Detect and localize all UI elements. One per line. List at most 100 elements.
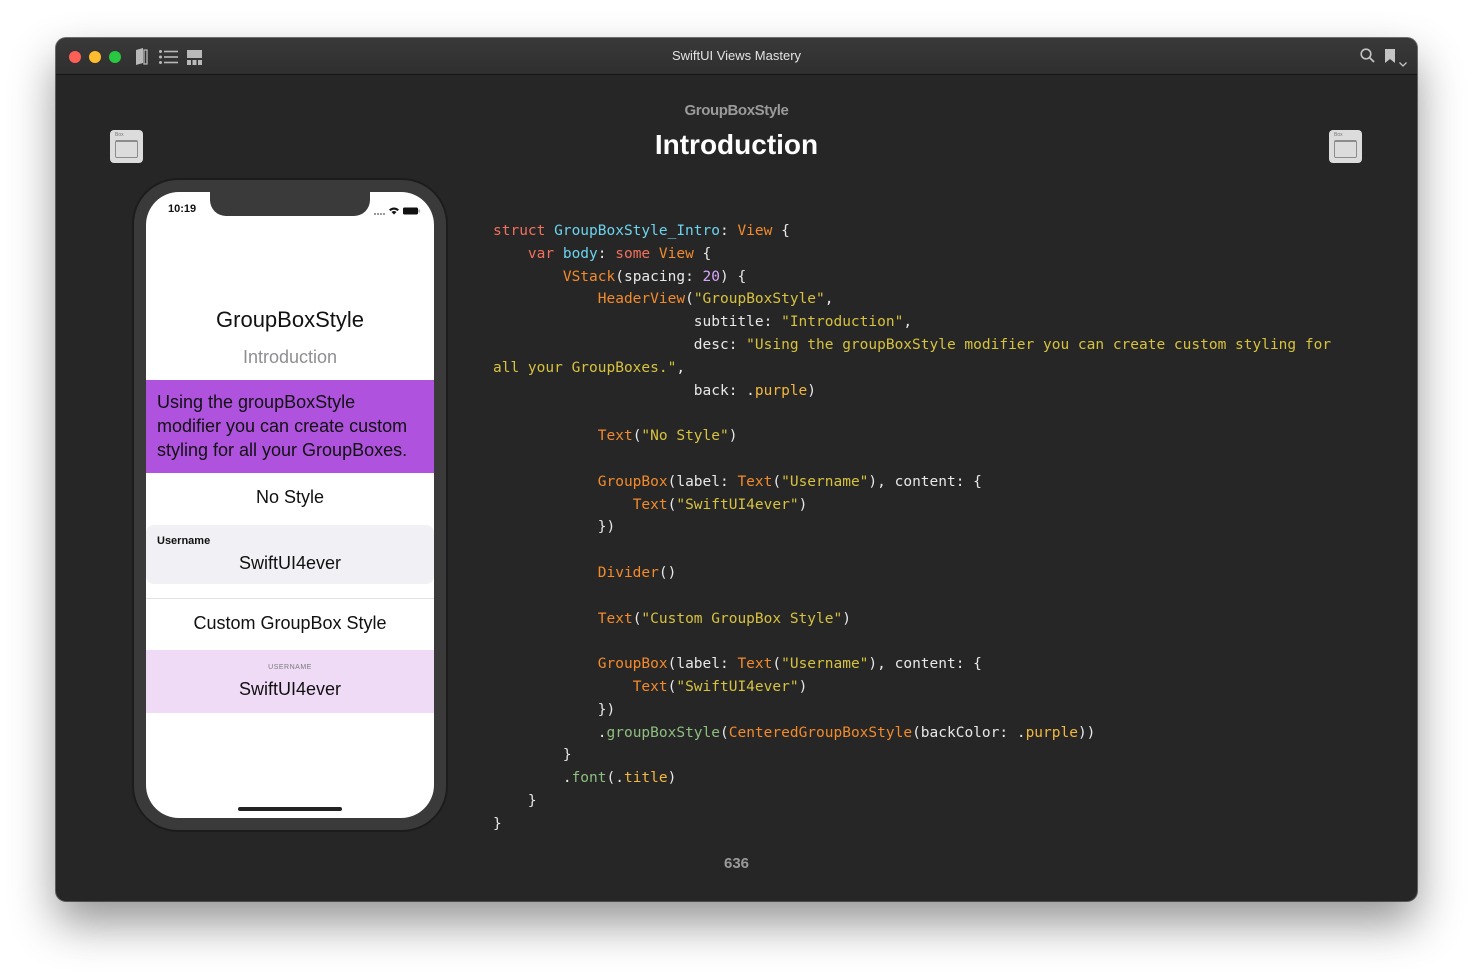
groupbox-content: SwiftUI4ever — [238, 679, 342, 699]
window-title: SwiftUI Views Mastery — [671, 48, 802, 63]
previous-page-button[interactable]: Box — [110, 130, 143, 163]
code-token: some — [615, 245, 659, 262]
code-line: GroupBox(label: Text("Username"), conten… — [493, 653, 1383, 676]
code-line: Text("Custom GroupBox Style") — [493, 608, 1383, 631]
code-token: ( — [685, 291, 694, 308]
code-line: GroupBox(label: Text("Username"), conten… — [493, 471, 1383, 494]
code-line: Text("SwiftUI4ever") — [493, 676, 1383, 699]
code-token: "Using the groupBoxStyle modifier you ca… — [746, 336, 1332, 353]
code-token: ) — [667, 770, 677, 787]
code-token: ) — [842, 610, 851, 627]
code-token: Text — [632, 496, 668, 513]
chevron-down-icon[interactable] — [1399, 54, 1407, 72]
code-token: (label: — [667, 656, 738, 673]
groupbox-custom: Username SwiftUI4ever — [146, 650, 434, 713]
code-token: "GroupBoxStyle" — [693, 291, 825, 308]
search-icon[interactable] — [1360, 48, 1375, 68]
groupbox-default: Username SwiftUI4ever — [146, 525, 434, 584]
status-time: 10:19 — [168, 203, 197, 215]
code-line: } — [493, 744, 1383, 767]
code-token: } — [493, 792, 537, 809]
code-listing: struct GroupBoxStyle_Intro: View { var b… — [493, 220, 1383, 836]
code-line: HeaderView("GroupBoxStyle", — [493, 288, 1383, 311]
code-token: () — [658, 564, 677, 581]
code-token: "SwiftUI4ever" — [676, 678, 799, 695]
code-token: { — [772, 223, 790, 239]
nav-prev-label: Box — [115, 132, 124, 138]
code-token: CenteredGroupBoxStyle — [728, 724, 913, 741]
code-line: Divider() — [493, 562, 1383, 585]
code-line: Text("No Style") — [493, 425, 1383, 448]
code-token: "Custom GroupBox Style" — [641, 610, 843, 627]
code-token: purple — [754, 382, 808, 399]
code-line: .groupBoxStyle(CenteredGroupBoxStyle(bac… — [493, 722, 1383, 745]
phone-screen: 10:19 GroupBoxStyle Introduction Using t… — [146, 192, 434, 818]
code-line: all your GroupBoxes.", — [493, 357, 1383, 380]
code-token: ( — [720, 724, 729, 741]
phone-notch — [210, 192, 370, 216]
code-token: GroupBoxStyle_Intro — [554, 223, 720, 239]
code-token: font — [571, 770, 607, 787]
code-token: . — [493, 770, 572, 787]
bookmark-icon[interactable] — [1385, 49, 1395, 68]
header-description: Using the groupBoxStyle modifier you can… — [146, 380, 434, 473]
code-token: (spacing: — [615, 268, 703, 285]
nav-next-label: Box — [1334, 132, 1343, 138]
code-token: ( — [772, 656, 782, 673]
groupbox-content: SwiftUI4ever — [238, 553, 342, 573]
header-subtitle: Introduction — [242, 347, 338, 367]
code-token: ), content: { — [868, 473, 982, 490]
header-title: GroupBoxStyle — [216, 307, 364, 332]
next-page-button[interactable]: Box — [1329, 130, 1362, 163]
code-token: (. — [606, 770, 624, 787]
code-token: )) — [1077, 724, 1096, 741]
code-line: Text("SwiftUI4ever") — [493, 494, 1383, 517]
code-token: groupBoxStyle — [606, 724, 721, 741]
book-page: GroupBoxStyle Introduction Box Box 10:19 — [56, 75, 1417, 901]
code-token: desc: — [493, 336, 747, 353]
code-token: "SwiftUI4ever" — [676, 496, 799, 513]
code-token: HeaderView — [597, 291, 686, 308]
groupbox-label: Username — [268, 661, 312, 672]
code-token: ) — [798, 678, 808, 695]
code-token: : — [719, 223, 738, 239]
code-line: .font(.title) — [493, 767, 1383, 790]
code-token: ) { — [720, 268, 747, 285]
code-token: } — [493, 815, 502, 832]
groupbox-label: Username — [157, 535, 211, 547]
code-token: . — [493, 724, 607, 741]
app-window: SwiftUI Views Mastery GroupBoxStyle Intr… — [56, 38, 1417, 901]
code-token: all your GroupBoxes." — [493, 359, 677, 376]
code-line: } — [493, 790, 1383, 813]
iphone-preview: 10:19 GroupBoxStyle Introduction Using t… — [134, 180, 446, 830]
code-token: GroupBox — [597, 656, 668, 673]
home-indicator — [238, 807, 342, 811]
code-token: GroupBox — [597, 473, 668, 490]
code-line: VStack(spacing: 20) { — [493, 266, 1383, 289]
code-token: "Username" — [781, 473, 869, 490]
code-token: "No Style" — [641, 428, 729, 445]
code-line: } — [493, 813, 1383, 836]
code-token: "Username" — [781, 656, 869, 673]
code-token: purple — [1025, 724, 1078, 741]
divider — [146, 598, 434, 599]
code-token: }) — [493, 701, 616, 718]
code-token: : — [597, 245, 616, 262]
code-token: Divider — [597, 564, 659, 581]
code-token: Text — [632, 678, 668, 695]
page-title: Introduction — [654, 129, 819, 160]
chapter-heading: GroupBoxStyle — [684, 102, 789, 119]
code-line: back: .purple) — [493, 380, 1383, 403]
